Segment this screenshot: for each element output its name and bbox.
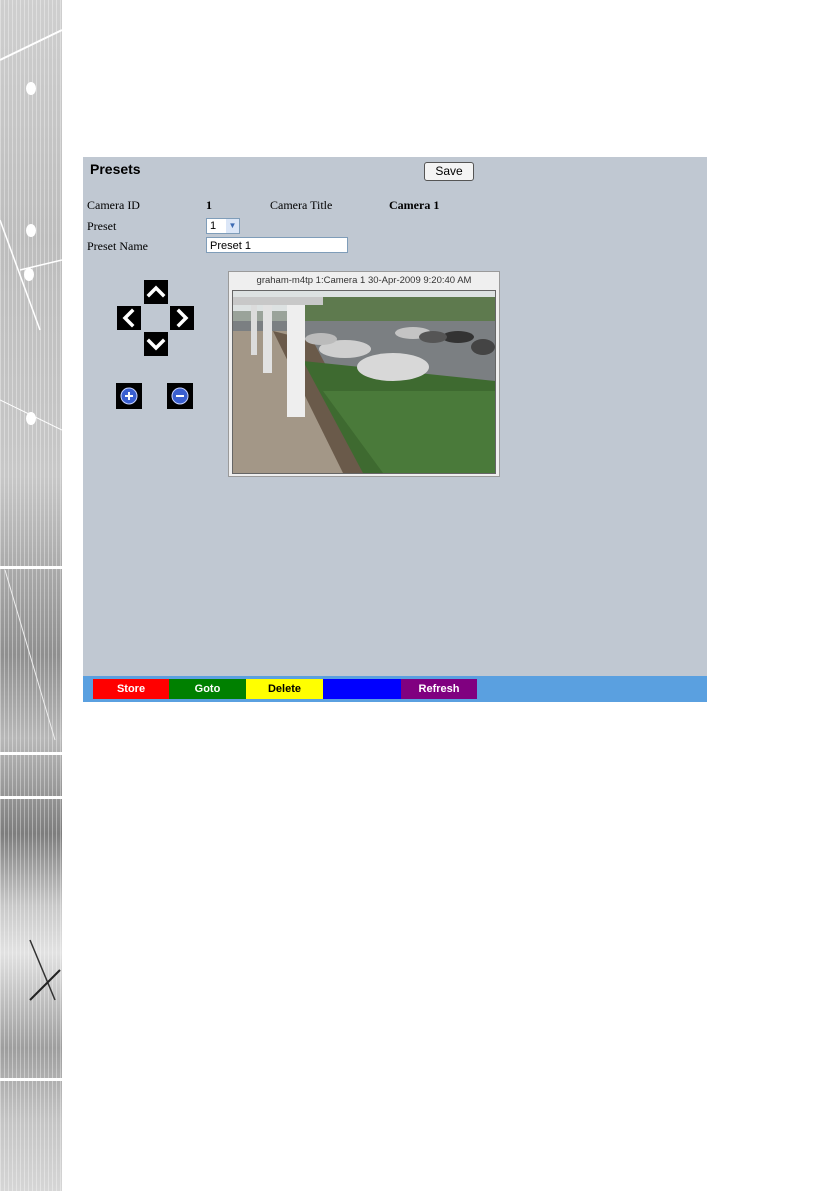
preset-label: Preset — [87, 219, 117, 233]
goto-button[interactable]: Goto — [169, 679, 246, 699]
camera-caption: graham-m4tp 1:Camera 1 30-Apr-2009 9:20:… — [256, 275, 472, 286]
camera-id-value: 1 — [206, 198, 212, 212]
zoom-in-icon[interactable] — [116, 383, 142, 409]
save-button[interactable]: Save — [424, 162, 474, 181]
function-bar: Store Goto Delete Refresh — [83, 676, 707, 702]
decorative-lines — [0, 29, 62, 1001]
refresh-button[interactable]: Refresh — [401, 679, 477, 699]
camera-title-label: Camera Title — [270, 198, 333, 212]
pan-down-icon[interactable] — [144, 332, 168, 356]
camera-image — [232, 290, 496, 474]
preset-select-value: 1 — [210, 220, 217, 232]
preset-name-label: Preset Name — [87, 239, 148, 253]
pan-right-icon[interactable] — [170, 306, 194, 330]
presets-panel: Presets Save Camera ID 1 Camera Title Ca… — [83, 157, 707, 702]
store-button[interactable]: Store — [93, 679, 169, 699]
delete-button[interactable]: Delete — [246, 679, 323, 699]
page-title: Presets — [90, 161, 141, 177]
camera-viewer: graham-m4tp 1:Camera 1 30-Apr-2009 9:20:… — [228, 271, 500, 477]
zoom-out-icon[interactable] — [167, 383, 193, 409]
pan-up-icon[interactable] — [144, 280, 168, 304]
preset-name-input[interactable]: Preset 1 — [206, 237, 348, 253]
pan-left-icon[interactable] — [117, 306, 141, 330]
camera-title-value: Camera 1 — [389, 198, 440, 212]
decorative-side-strip — [0, 0, 62, 1191]
preset-select[interactable]: 1 ▼ — [206, 218, 240, 234]
chevron-down-icon[interactable]: ▼ — [226, 219, 239, 233]
camera-id-label: Camera ID — [87, 198, 140, 212]
blank-function-button[interactable] — [323, 679, 401, 699]
